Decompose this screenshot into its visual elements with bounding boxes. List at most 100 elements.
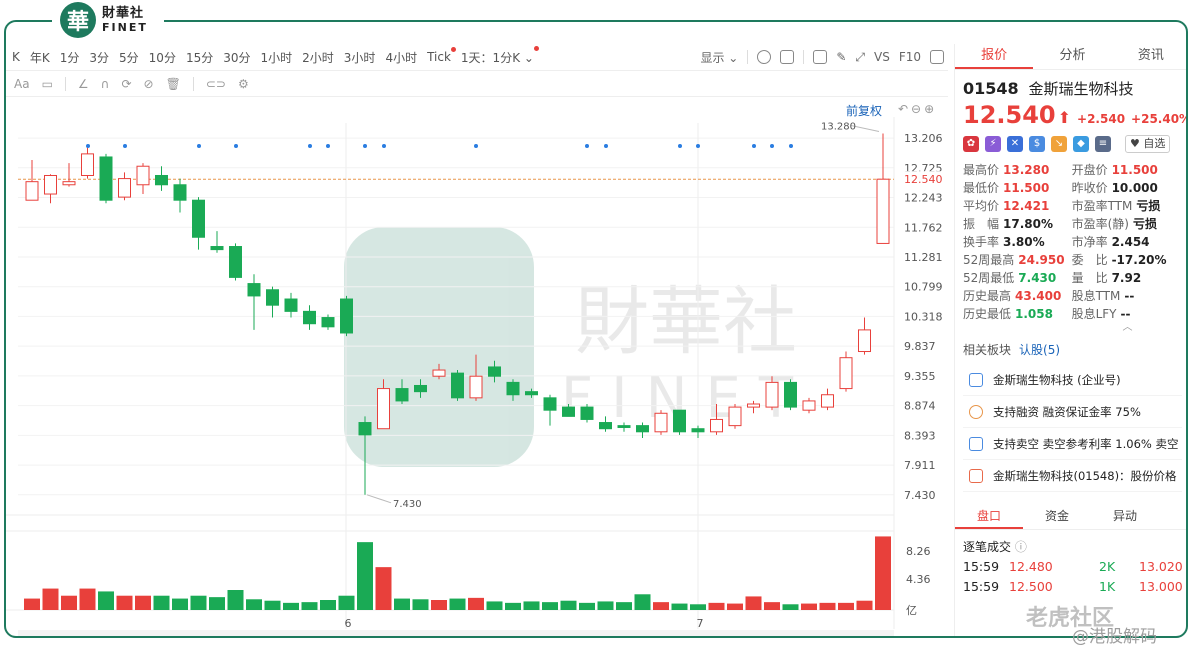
tab-orderbook[interactable]: 盘口 (955, 504, 1023, 529)
comment-icon[interactable]: ▭ (42, 77, 53, 91)
tf-1day-1min[interactable]: 1天：1分K ⌄ (461, 45, 539, 66)
chart-scrollbar[interactable] (18, 630, 894, 636)
trades-list: 15:59 12.480 2K 13.020 15:59 12.500 1K 1… (955, 557, 1186, 597)
list-item[interactable]: 金斯瑞生物科技 (企业号) (963, 364, 1182, 396)
event-marker (678, 144, 682, 148)
volume-bar (320, 600, 336, 610)
display-dropdown[interactable]: 显示 ⌄ (700, 49, 738, 66)
price-tick-label: 7.430 (904, 489, 936, 502)
volume-tick-label: 8.26 (906, 545, 931, 558)
tab-quote[interactable]: 报价 (955, 44, 1034, 69)
short-icon[interactable]: ↘ (1051, 136, 1067, 152)
watermark-cn: 財華社 (575, 279, 797, 365)
lightning-icon[interactable]: ⚡ (985, 136, 1001, 152)
f10-button[interactable]: F10 (899, 50, 921, 64)
tf-3min[interactable]: 3分 (89, 49, 109, 66)
quote-cell: 换手率 3.80% (963, 233, 1072, 251)
candle (136, 163, 150, 195)
volume-bar (560, 600, 577, 610)
tab-movement[interactable]: 异动 (1091, 504, 1159, 529)
candle-body (802, 400, 816, 411)
price-tick-label: 12.243 (904, 192, 943, 205)
quote-value: 43.400 (1015, 289, 1062, 303)
layout-icon[interactable] (780, 50, 795, 64)
scroll-left-icon[interactable]: K (12, 50, 20, 64)
delete-icon[interactable]: 🗑 (166, 77, 181, 91)
list-item[interactable]: 支持融资 融资保证金率 75% (963, 396, 1182, 428)
panel-tabs: 报价 分析 资讯 (955, 44, 1186, 70)
tf-15min[interactable]: 15分 (186, 49, 213, 66)
divider (192, 77, 194, 91)
fav-label: 自选 (1143, 137, 1166, 150)
tab-capital[interactable]: 资金 (1023, 504, 1091, 529)
quote-value: -- (1124, 289, 1135, 303)
volume-bar (690, 604, 706, 610)
vs-button[interactable]: VS (874, 50, 890, 64)
tf-5min[interactable]: 5分 (119, 49, 139, 66)
line-tool-icon[interactable]: ∠ (78, 77, 89, 91)
fullscreen-icon[interactable]: ⤢ (855, 50, 865, 65)
quote-cell: 量 比 7.92 (1072, 269, 1186, 287)
collapse-icon[interactable]: ︿ (1065, 323, 1186, 333)
sidebar-toggle-icon[interactable] (930, 50, 944, 64)
candle (858, 317, 871, 355)
tf-tick[interactable]: Tick (427, 47, 456, 64)
volume-bar (375, 567, 392, 610)
trade-time: 15:59 (963, 559, 1000, 574)
hk-flag-icon[interactable]: ✿ (963, 136, 979, 152)
tf-30min[interactable]: 30分 (223, 49, 250, 66)
tab-news[interactable]: 资讯 (1112, 44, 1186, 69)
tab-analysis[interactable]: 分析 (1033, 44, 1111, 69)
hide-icon[interactable]: ⊘ (144, 77, 154, 91)
price-tick-label: 13.206 (904, 132, 943, 145)
quote-label: 委 比 (1071, 253, 1108, 267)
dollar-icon[interactable]: $ (1029, 136, 1045, 152)
settings-icon[interactable] (757, 50, 772, 64)
list-item[interactable]: 支持卖空 卖空参考利率 1.06% 卖空 (963, 428, 1182, 460)
magnet-icon[interactable]: ∩ (101, 77, 110, 91)
volume-bar (264, 600, 281, 610)
tf-1min[interactable]: 1分 (60, 49, 80, 66)
add-favorite-button[interactable]: ♥ 自选 (1125, 135, 1171, 153)
tf-2h[interactable]: 2小时 (302, 49, 334, 66)
logo-words: 財華社 FINET (102, 7, 148, 33)
candle-body (247, 283, 261, 297)
quote-cell: 振 幅 17.80% (963, 215, 1072, 233)
quote-label: 振 幅 (963, 217, 1000, 231)
tag-icon[interactable]: ◆ (1073, 136, 1089, 152)
pen-icon[interactable]: ✎ (836, 50, 846, 64)
volume-bar (394, 598, 410, 610)
quote-value: 亏损 (1136, 199, 1161, 213)
tf-1h[interactable]: 1小时 (261, 49, 293, 66)
tf-10min[interactable]: 10分 (149, 49, 176, 66)
connect-icon[interactable]: ✕ (1007, 136, 1023, 152)
candle-body (710, 418, 723, 433)
author-watermark: @港股解码 (1072, 627, 1157, 647)
new-dot-icon (450, 47, 456, 52)
list-item[interactable]: 金斯瑞生物科技(01548)：股份价格 (963, 460, 1182, 492)
camera-icon[interactable] (813, 50, 828, 64)
zoom-controls[interactable]: ↶⊖⊕ (898, 102, 937, 116)
candle-body (414, 384, 427, 393)
kline-chart[interactable]: 財華社 FINET 13.20612.72512.24311.76211.281… (6, 117, 948, 638)
quote-row: 最低价 11.500 昨收价 10.000 (963, 179, 1186, 197)
sync-icon[interactable]: ⟳ (121, 77, 131, 91)
table-row: 15:59 12.500 1K 13.000 (963, 577, 1186, 597)
volume-bar (61, 595, 77, 610)
gear-icon[interactable]: ⚙ (238, 77, 249, 91)
font-icon[interactable]: Aa (14, 77, 30, 91)
candle-body (543, 397, 557, 411)
candle (284, 292, 298, 318)
tf-year[interactable]: 年K (30, 49, 50, 66)
candle (451, 370, 464, 401)
candle (247, 274, 261, 330)
link-icon[interactable]: ⊂⊃ (206, 77, 226, 91)
event-marker (696, 144, 700, 148)
tf-3h[interactable]: 3小时 (344, 49, 376, 66)
info-icon[interactable]: ⓘ (1015, 540, 1027, 554)
doc-icon[interactable]: ≡ (1095, 136, 1111, 152)
plates-link[interactable]: 认股(5) (1019, 343, 1060, 357)
tf-4h[interactable]: 4小时 (385, 49, 417, 66)
volume-bar (98, 591, 114, 610)
candle (303, 305, 316, 330)
